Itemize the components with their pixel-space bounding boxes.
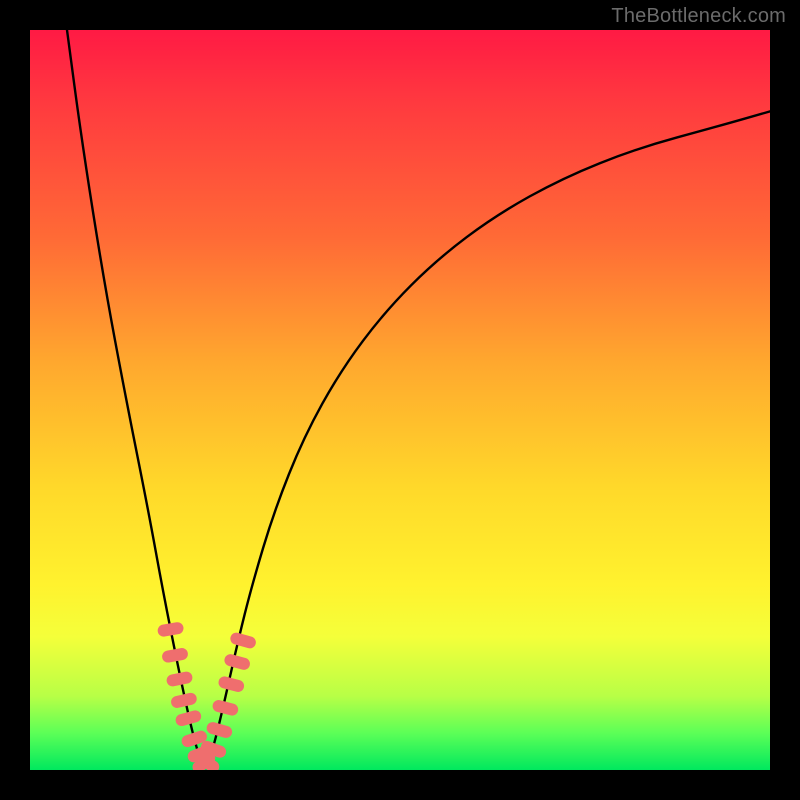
marker bbox=[170, 692, 198, 709]
chart-frame: TheBottleneck.com bbox=[0, 0, 800, 800]
curve-svg bbox=[30, 30, 770, 770]
marker bbox=[217, 675, 245, 693]
marker bbox=[161, 647, 189, 663]
marker bbox=[166, 671, 194, 688]
plot-area bbox=[30, 30, 770, 770]
marker bbox=[223, 653, 251, 671]
watermark-text: TheBottleneck.com bbox=[611, 5, 786, 28]
highlighted-points bbox=[157, 621, 257, 770]
marker bbox=[157, 621, 185, 637]
marker bbox=[229, 631, 257, 649]
